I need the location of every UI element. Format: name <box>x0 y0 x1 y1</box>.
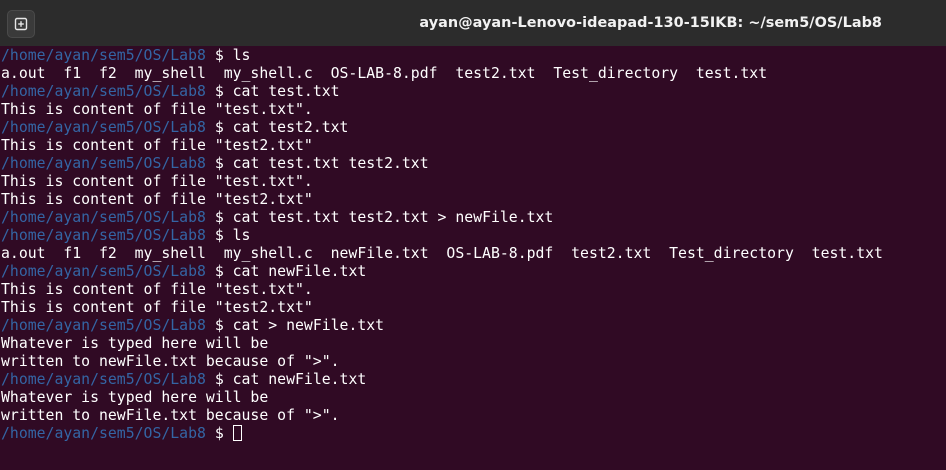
prompt-path: /home/ayan/sem5/OS/Lab8 <box>1 425 206 442</box>
prompt-line: /home/ayan/sem5/OS/Lab8 $ ls <box>1 47 946 65</box>
output-line: This is content of file "test.txt". <box>1 101 313 118</box>
prompt-line: /home/ayan/sem5/OS/Lab8 $ ls <box>1 227 946 245</box>
text-cursor <box>232 425 242 441</box>
prompt-symbol: $ <box>205 425 233 442</box>
output-line: This is content of file "test.txt". <box>1 281 313 298</box>
prompt-path: /home/ayan/sem5/OS/Lab8 <box>1 317 206 334</box>
prompt-line: /home/ayan/sem5/OS/Lab8 $ cat test.txt t… <box>1 155 946 173</box>
command-text: cat newFile.txt <box>232 371 367 388</box>
active-prompt-line[interactable]: /home/ayan/sem5/OS/Lab8 $ <box>1 425 946 443</box>
prompt-line: /home/ayan/sem5/OS/Lab8 $ cat test2.txt <box>1 119 946 137</box>
prompt-symbol: $ <box>205 155 233 172</box>
command-text: ls <box>232 47 251 64</box>
command-text: cat newFile.txt <box>232 263 367 280</box>
prompt-symbol: $ <box>205 83 233 100</box>
prompt-path: /home/ayan/sem5/OS/Lab8 <box>1 371 206 388</box>
output-line: written to newFile.txt because of ">". <box>1 353 340 370</box>
command-text: cat > newFile.txt <box>232 317 385 334</box>
output-line: This is content of file "test2.txt" <box>1 299 313 316</box>
prompt-path: /home/ayan/sem5/OS/Lab8 <box>1 227 206 244</box>
terminal-output[interactable]: /home/ayan/sem5/OS/Lab8 $ ls a.out f1 f2 … <box>1 47 946 470</box>
prompt-symbol: $ <box>205 263 233 280</box>
output-line: Whatever is typed here will be <box>1 335 269 352</box>
output-line: This is content of file "test2.txt" <box>1 137 313 154</box>
prompt-path: /home/ayan/sem5/OS/Lab8 <box>1 119 206 136</box>
output-line: a.out f1 f2 my_shell my_shell.c OS-LAB-8… <box>1 65 768 82</box>
output-line: a.out f1 f2 my_shell my_shell.c newFile.… <box>1 245 883 262</box>
prompt-line: /home/ayan/sem5/OS/Lab8 $ cat test.txt t… <box>1 209 946 227</box>
prompt-path: /home/ayan/sem5/OS/Lab8 <box>1 263 206 280</box>
output-line: written to newFile.txt because of ">". <box>1 407 340 424</box>
prompt-path: /home/ayan/sem5/OS/Lab8 <box>1 155 206 172</box>
prompt-symbol: $ <box>205 47 233 64</box>
prompt-symbol: $ <box>205 209 233 226</box>
prompt-path: /home/ayan/sem5/OS/Lab8 <box>1 209 206 226</box>
prompt-path: /home/ayan/sem5/OS/Lab8 <box>1 83 206 100</box>
command-text: ls <box>232 227 251 244</box>
prompt-line: /home/ayan/sem5/OS/Lab8 $ cat newFile.tx… <box>1 263 946 281</box>
title-bar: ayan@ayan-Lenovo-ideapad-130-15IKB: ~/se… <box>0 0 946 46</box>
prompt-line: /home/ayan/sem5/OS/Lab8 $ cat newFile.tx… <box>1 371 946 389</box>
prompt-line: /home/ayan/sem5/OS/Lab8 $ cat test.txt <box>1 83 946 101</box>
prompt-symbol: $ <box>205 119 233 136</box>
command-text: cat test.txt <box>232 83 340 100</box>
output-line: This is content of file "test.txt". <box>1 173 313 190</box>
output-line: Whatever is typed here will be <box>1 389 269 406</box>
command-text: cat test.txt test2.txt > newFile.txt <box>232 209 554 226</box>
window-title: ayan@ayan-Lenovo-ideapad-130-15IKB: ~/se… <box>419 15 882 31</box>
terminal-window: ayan@ayan-Lenovo-ideapad-130-15IKB: ~/se… <box>0 0 946 470</box>
command-text: cat test2.txt <box>232 119 349 136</box>
prompt-path: /home/ayan/sem5/OS/Lab8 <box>1 47 206 64</box>
command-text: cat test.txt test2.txt <box>232 155 429 172</box>
prompt-symbol: $ <box>205 317 233 334</box>
output-line: This is content of file "test2.txt" <box>1 191 313 208</box>
prompt-symbol: $ <box>205 227 233 244</box>
prompt-symbol: $ <box>205 371 233 388</box>
prompt-line: /home/ayan/sem5/OS/Lab8 $ cat > newFile.… <box>1 317 946 335</box>
